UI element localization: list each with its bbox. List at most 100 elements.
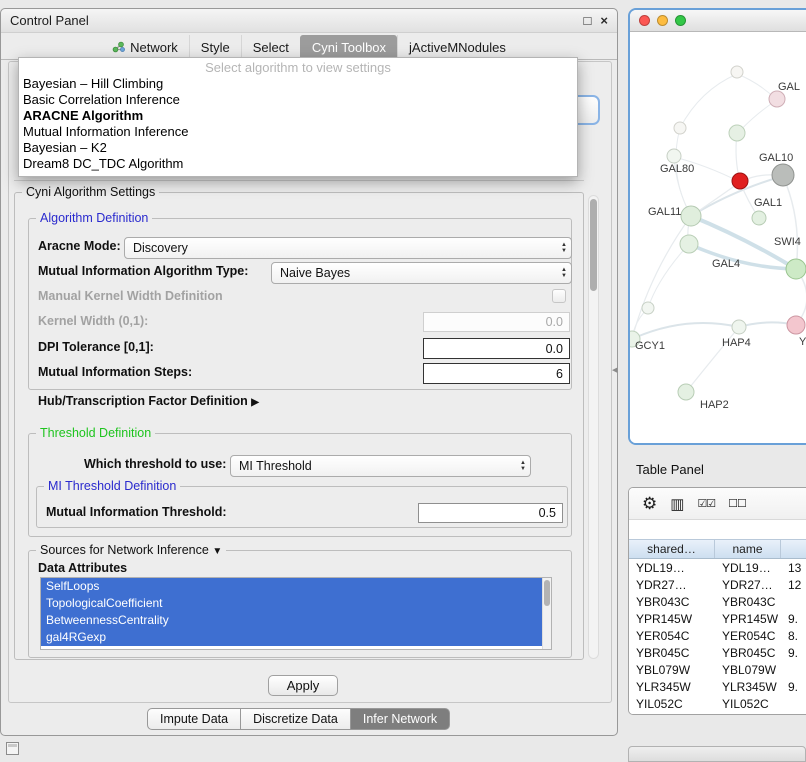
tab-label: Network	[130, 40, 178, 55]
bottom-right-panel-edge	[628, 746, 806, 762]
settings-scrollbar[interactable]	[588, 195, 599, 659]
table-row[interactable]: YPR145WYPR145W9.	[629, 611, 806, 628]
node-gal80[interactable]	[667, 149, 681, 163]
network-edge[interactable]	[648, 244, 689, 308]
data-attributes-list[interactable]: SelfLoopsTopologicalCoefficientBetweenne…	[40, 577, 552, 650]
attribute-item[interactable]: SelfLoops	[41, 578, 542, 595]
table-row[interactable]: YBR043CYBR043C	[629, 594, 806, 611]
node-gal1[interactable]	[752, 211, 766, 225]
network-node[interactable]	[674, 122, 686, 134]
table-row[interactable]: YDL19…YDL19…13	[629, 560, 806, 577]
network-node[interactable]	[731, 66, 743, 78]
tab-select[interactable]: Select	[241, 35, 300, 59]
table-row[interactable]: YLR345WYLR345W9.	[629, 679, 806, 696]
settings-scroll-thumb[interactable]	[590, 199, 597, 291]
dropdown-item[interactable]: Bayesian – Hill Climbing	[19, 76, 577, 92]
table-cell: 13	[781, 560, 806, 577]
gear-icon[interactable]: ⚙	[642, 494, 657, 514]
close-traffic-light[interactable]	[639, 15, 650, 26]
network-canvas[interactable]: GALGAL80GAL10GAL11GAL1SWI4GAL4GCY1HAP4YH…	[630, 32, 806, 443]
table-row[interactable]: YER054CYER054C8.	[629, 628, 806, 645]
table-row[interactable]: YIL052CYIL052C	[629, 696, 806, 713]
deselect-all-icon[interactable]: ☐☐	[728, 497, 746, 510]
select-all-icon[interactable]: ☑☑	[697, 497, 715, 510]
close-icon[interactable]: ×	[600, 14, 608, 27]
which-threshold-label: Which threshold to use:	[84, 457, 226, 471]
panel-collapse-icon[interactable]: ◀	[612, 366, 617, 374]
tab-network[interactable]: Network	[101, 35, 189, 59]
kernel-width-input[interactable]: 0.0	[423, 312, 570, 332]
columns-icon[interactable]: ▥	[670, 495, 684, 513]
attribute-item[interactable]: BetweennessCentrality	[41, 612, 542, 629]
tab-jactivemnodules[interactable]: jActiveMNodules	[397, 35, 517, 59]
node-gal[interactable]	[769, 91, 785, 107]
network-svg[interactable]: GALGAL80GAL10GAL11GAL1SWI4GAL4GCY1HAP4YH…	[630, 32, 806, 443]
mi-steps-input[interactable]: 6	[423, 363, 570, 384]
node-label: SWI4	[774, 236, 801, 248]
table-row[interactable]: YBL079WYBL079W	[629, 662, 806, 679]
tab-cyni-toolbox[interactable]: Cyni Toolbox	[300, 35, 397, 59]
kernel-width-label: Kernel Width (0,1):	[38, 314, 148, 328]
dpi-tolerance-input[interactable]: 0.0	[423, 338, 570, 359]
bottom-tab-impute-data[interactable]: Impute Data	[147, 708, 241, 730]
bottom-tab-discretize-data[interactable]: Discretize Data	[240, 708, 351, 730]
sources-group-title[interactable]: Sources for Network Inference ▼	[36, 543, 226, 559]
dropdown-item[interactable]: ARACNE Algorithm	[19, 108, 577, 124]
table-row[interactable]: YBR045CYBR045C9.	[629, 645, 806, 662]
minimized-window-icon[interactable]	[6, 742, 19, 755]
aracne-mode-select[interactable]: Discovery ▲▼	[124, 237, 572, 259]
control-panel-titlebar[interactable]: Control Panel □ ×	[1, 9, 617, 33]
table-cell: YBR045C	[715, 645, 781, 662]
dropdown-item[interactable]: Mutual Information Inference	[19, 124, 577, 140]
node-label: GAL10	[759, 152, 793, 164]
dropdown-item[interactable]: Dream8 DC_TDC Algorithm	[19, 156, 577, 172]
network-icon	[112, 41, 125, 53]
network-window-titlebar[interactable]	[630, 10, 806, 32]
mi-algorithm-type-value: Naive Bayes	[280, 266, 350, 280]
attributes-scrollbar[interactable]	[542, 578, 551, 649]
bottom-tab-infer-network[interactable]: Infer Network	[350, 708, 450, 730]
node-hap4[interactable]	[732, 320, 746, 334]
combo-stepper-icon: ▲▼	[561, 263, 567, 283]
network-edge[interactable]	[783, 176, 797, 269]
table-cell: YIL052C	[715, 696, 781, 713]
apply-button[interactable]: Apply	[268, 675, 338, 696]
node-y[interactable]	[787, 316, 805, 334]
manual-kernel-checkbox[interactable]	[552, 289, 566, 303]
table-cell: YBR043C	[715, 594, 781, 611]
network-edge[interactable]	[632, 216, 691, 339]
node-gal4[interactable]	[680, 235, 698, 253]
mi-threshold-input[interactable]: 0.5	[418, 503, 563, 523]
dropdown-item[interactable]: Bayesian – K2	[19, 140, 577, 156]
network-edge[interactable]	[680, 74, 737, 128]
mi-steps-label: Mutual Information Steps:	[38, 365, 192, 379]
float-window-icon[interactable]: □	[584, 14, 592, 27]
table-header-cell[interactable]: name	[715, 540, 781, 558]
network-node[interactable]	[729, 125, 745, 141]
table-header-cell[interactable]	[781, 540, 806, 558]
network-node[interactable]	[772, 164, 794, 186]
table-cell: YPR145W	[715, 611, 781, 628]
which-threshold-select[interactable]: MI Threshold ▲▼	[230, 455, 531, 477]
node-swi4[interactable]	[786, 259, 806, 279]
node-gal10[interactable]	[732, 173, 748, 189]
attribute-item[interactable]: TopologicalCoefficient	[41, 595, 542, 612]
tab-style[interactable]: Style	[189, 35, 241, 59]
attribute-item[interactable]: gal4RGexp	[41, 629, 542, 646]
network-node[interactable]	[642, 302, 654, 314]
table-cell	[781, 594, 806, 611]
node-gal11[interactable]	[681, 206, 701, 226]
zoom-traffic-light[interactable]	[675, 15, 686, 26]
stepper-down-icon: ▼	[561, 248, 567, 254]
dropdown-item[interactable]: Basic Correlation Inference	[19, 92, 577, 108]
hub-section-toggle[interactable]: Hub/Transcription Factor Definition ▶	[38, 394, 259, 408]
attributes-scroll-thumb[interactable]	[544, 580, 550, 606]
minimize-traffic-light[interactable]	[657, 15, 668, 26]
table-header-cell[interactable]: shared…	[629, 540, 715, 558]
table-header: shared…name	[629, 539, 806, 559]
table-row[interactable]: YDR27…YDR27…12	[629, 577, 806, 594]
mi-algorithm-type-select[interactable]: Naive Bayes ▲▼	[271, 262, 572, 284]
node-label: GAL1	[754, 197, 782, 209]
node-hap2[interactable]	[678, 384, 694, 400]
tab-label: Cyni Toolbox	[312, 40, 386, 55]
